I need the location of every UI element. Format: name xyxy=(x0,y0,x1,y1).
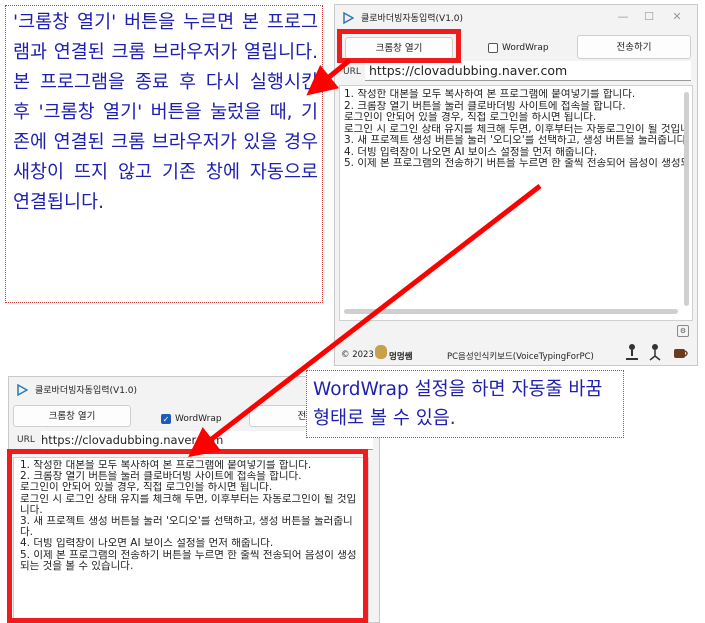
annotation-arrows xyxy=(188,58,542,458)
arrow-to-wrapped-window xyxy=(188,184,542,458)
arrow-to-callout xyxy=(306,58,352,96)
